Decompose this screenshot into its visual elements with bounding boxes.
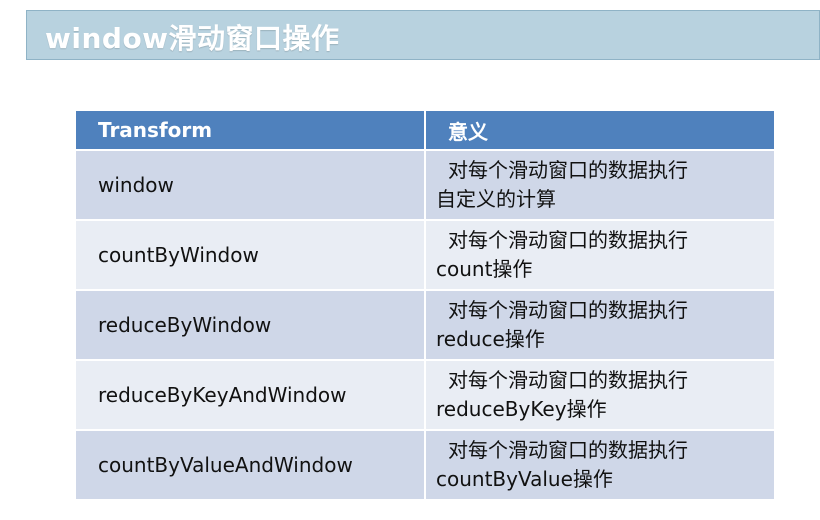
transform-name: countByWindow <box>74 219 426 291</box>
table-row: countByWindow 对每个滑动窗口的数据执行 count操作 <box>74 219 776 291</box>
transform-name: window <box>74 149 426 221</box>
description-line: count操作 <box>436 257 533 281</box>
table-row: reduceByWindow 对每个滑动窗口的数据执行 reduce操作 <box>74 289 776 361</box>
table-row: countByValueAndWindow 对每个滑动窗口的数据执行 count… <box>74 429 776 501</box>
transform-name: reduceByKeyAndWindow <box>74 359 426 431</box>
transform-description: 对每个滑动窗口的数据执行 count操作 <box>424 219 776 291</box>
slide-title: window滑动窗口操作 <box>45 22 340 55</box>
table-row: window 对每个滑动窗口的数据执行 自定义的计算 <box>74 149 776 221</box>
description-line: 对每个滑动窗口的数据执行 <box>448 298 688 322</box>
description-line: 对每个滑动窗口的数据执行 <box>448 228 688 252</box>
description-line: countByValue操作 <box>436 467 613 491</box>
description-line: 自定义的计算 <box>436 187 556 211</box>
table-header-row: Transform 意义 <box>74 109 776 151</box>
slide-title-bar: window滑动窗口操作 <box>26 10 820 60</box>
table-row: reduceByKeyAndWindow 对每个滑动窗口的数据执行 reduce… <box>74 359 776 431</box>
transform-table: Transform 意义 window 对每个滑动窗口的数据执行 自定义的计算 … <box>74 109 776 501</box>
transform-description: 对每个滑动窗口的数据执行 reduce操作 <box>424 289 776 361</box>
transform-name: reduceByWindow <box>74 289 426 361</box>
header-meaning: 意义 <box>424 109 776 151</box>
transform-name: countByValueAndWindow <box>74 429 426 501</box>
description-line: 对每个滑动窗口的数据执行 <box>448 368 688 392</box>
description-line: 对每个滑动窗口的数据执行 <box>448 158 688 182</box>
description-line: reduceByKey操作 <box>436 397 607 421</box>
transform-description: 对每个滑动窗口的数据执行 自定义的计算 <box>424 149 776 221</box>
transform-description: 对每个滑动窗口的数据执行 countByValue操作 <box>424 429 776 501</box>
header-transform: Transform <box>74 109 426 151</box>
transform-description: 对每个滑动窗口的数据执行 reduceByKey操作 <box>424 359 776 431</box>
description-line: reduce操作 <box>436 327 545 351</box>
description-line: 对每个滑动窗口的数据执行 <box>448 438 688 462</box>
